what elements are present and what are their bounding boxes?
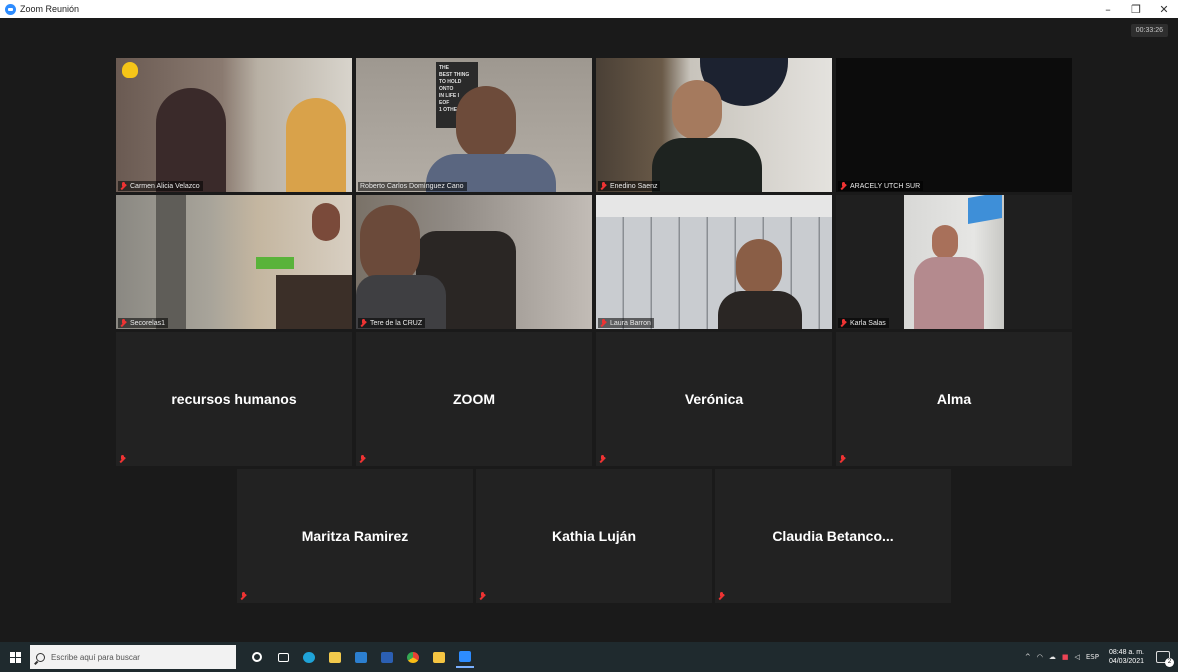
window-titlebar: Zoom Reunión – ❐ ✕ — [0, 0, 1178, 18]
poster-line: BEST THING — [439, 72, 470, 78]
search-icon — [36, 652, 45, 662]
muted-mic-icon — [120, 182, 127, 190]
video-tile-camera-off[interactable]: ARACELY UTCH SUR — [836, 58, 1072, 192]
video-tile[interactable]: Tere de la CRUZ — [356, 195, 592, 329]
clock-date: 04/03/2021 — [1108, 658, 1144, 665]
muted-mic-icon — [360, 319, 367, 327]
participant-name: Kathia Luján — [551, 528, 636, 544]
poster-line: THE — [439, 65, 449, 71]
muted-mic-icon — [600, 319, 607, 327]
tray-caret-icon[interactable]: ^ — [1025, 653, 1031, 661]
windows-taskbar: Escribe aquí para buscar ^ ◠ ☁ ■ ◁ ESP 0… — [0, 642, 1178, 672]
muted-mic-icon — [119, 455, 126, 463]
participant-name: Karla Salas — [850, 319, 886, 327]
edge-icon[interactable] — [300, 646, 318, 668]
raised-hand-icon — [122, 62, 138, 78]
search-placeholder: Escribe aquí para buscar — [51, 652, 140, 662]
cortana-icon[interactable] — [248, 646, 266, 668]
name-tile[interactable]: Maritza Ramirez — [237, 469, 473, 603]
participant-name: Secorelas1 — [130, 319, 166, 327]
muted-mic-icon — [840, 182, 847, 190]
restore-button[interactable]: ❐ — [1122, 0, 1150, 18]
language-indicator[interactable]: ESP — [1086, 653, 1099, 661]
notifications-icon[interactable]: 2 — [1156, 651, 1174, 667]
participant-label: Tere de la CRUZ — [358, 318, 426, 328]
zoom-taskbar-icon[interactable] — [456, 646, 474, 668]
participant-name: Tere de la CRUZ — [370, 319, 423, 327]
muted-mic-icon — [599, 455, 606, 463]
meeting-timer: 00:33:26 — [1130, 24, 1168, 37]
participant-label: Enedino Saenz — [598, 181, 661, 191]
zoom-app-icon — [5, 3, 16, 15]
name-tile[interactable]: Alma — [836, 332, 1072, 466]
task-view-icon[interactable] — [274, 646, 292, 668]
participant-name: Maritza Ramirez — [301, 528, 409, 544]
muted-mic-icon — [840, 319, 847, 327]
participant-name: Laura Barron — [610, 319, 651, 327]
close-button[interactable]: ✕ — [1150, 0, 1178, 18]
participant-name: Roberto Carlos Domínguez Cano — [360, 183, 464, 190]
windows-logo-icon — [9, 651, 21, 663]
network-icon[interactable]: ◠ — [1037, 653, 1043, 661]
store-icon[interactable] — [352, 646, 370, 668]
video-tile[interactable]: Secorelas1 — [116, 195, 352, 329]
participant-label: Secorelas1 — [118, 318, 169, 328]
participant-name: ARACELY UTCH SUR — [850, 182, 921, 190]
video-tile[interactable]: Laura Barron — [596, 195, 832, 329]
participant-label: Laura Barron — [598, 318, 654, 328]
start-button[interactable] — [0, 642, 30, 672]
name-tile[interactable]: Verónica — [596, 332, 832, 466]
poster-line: TO HOLD — [439, 79, 462, 85]
participant-name: Alma — [936, 391, 972, 407]
name-tile[interactable]: recursos humanos — [116, 332, 352, 466]
participant-label: Karla Salas — [838, 318, 889, 328]
video-tile[interactable]: Karla Salas — [836, 195, 1072, 329]
sticky-notes-icon[interactable] — [430, 646, 448, 668]
participant-name: Verónica — [684, 391, 744, 407]
participant-name: Claudia Betanco... — [772, 528, 894, 544]
video-tile[interactable]: Enedino Saenz — [596, 58, 832, 192]
minimize-button[interactable]: – — [1094, 0, 1122, 18]
security-icon[interactable]: ■ — [1062, 653, 1069, 661]
name-tile[interactable]: Kathia Luján — [476, 469, 712, 603]
meeting-gallery: 00:33:26 Carmen Alicia Velazco THE BEST … — [4, 18, 1174, 642]
chrome-icon[interactable] — [404, 646, 422, 668]
volume-icon[interactable]: ◁ — [1074, 653, 1079, 661]
participant-name: Carmen Alicia Velazco — [130, 182, 200, 190]
muted-mic-icon — [479, 592, 486, 600]
muted-mic-icon — [600, 182, 607, 190]
onedrive-icon[interactable]: ☁ — [1049, 653, 1056, 661]
file-explorer-icon[interactable] — [326, 646, 344, 668]
notification-count: 2 — [1165, 658, 1174, 667]
video-tile[interactable]: Carmen Alicia Velazco — [116, 58, 352, 192]
taskbar-search-box[interactable]: Escribe aquí para buscar — [30, 645, 236, 669]
system-tray: ^ ◠ ☁ ■ ◁ ESP 08:48 a. m. 04/03/2021 2 — [1025, 642, 1178, 672]
muted-mic-icon — [359, 455, 366, 463]
taskbar-apps — [248, 646, 474, 668]
participant-name: recursos humanos — [171, 391, 297, 407]
taskbar-clock[interactable]: 08:48 a. m. 04/03/2021 — [1109, 648, 1144, 666]
muted-mic-icon — [718, 592, 725, 600]
participant-name: Enedino Saenz — [610, 182, 658, 190]
muted-mic-icon — [240, 592, 247, 600]
name-tile[interactable]: Claudia Betanco... — [715, 469, 951, 603]
window-title: Zoom Reunión — [20, 4, 80, 14]
word-icon[interactable] — [378, 646, 396, 668]
muted-mic-icon — [839, 455, 846, 463]
participant-label: Roberto Carlos Domínguez Cano — [358, 182, 467, 191]
clock-time: 08:48 a. m. — [1108, 649, 1144, 656]
participant-name: ZOOM — [453, 391, 495, 407]
participant-label: ARACELY UTCH SUR — [838, 181, 924, 191]
participant-label: Carmen Alicia Velazco — [118, 181, 203, 191]
video-tile-active-speaker[interactable]: THE BEST THING TO HOLD ONTO IN LIFE I EO… — [356, 58, 592, 192]
muted-mic-icon — [120, 319, 127, 327]
name-tile[interactable]: ZOOM — [356, 332, 592, 466]
